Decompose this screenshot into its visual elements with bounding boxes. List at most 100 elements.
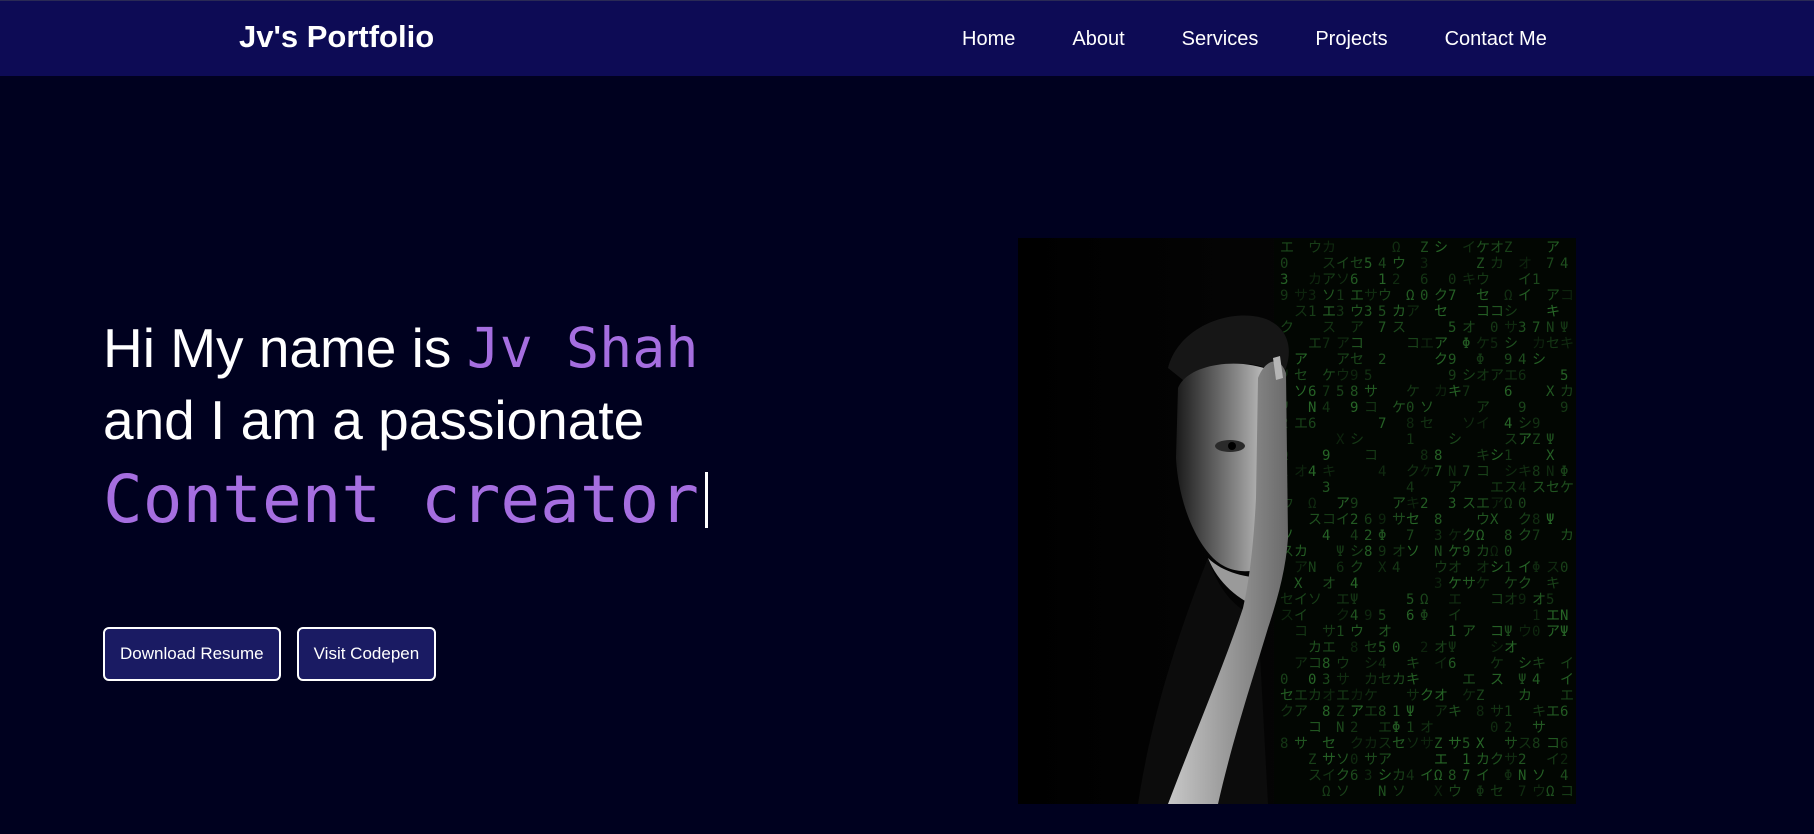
svg-text:ア: ア [1336, 496, 1350, 512]
nav-link-home[interactable]: Home [962, 28, 1015, 51]
svg-text:カ: カ [1308, 688, 1322, 704]
svg-text:5: 5 [1378, 640, 1386, 656]
svg-text:エ: エ [1462, 672, 1476, 688]
svg-text:セ: セ [1364, 640, 1378, 656]
svg-text:ケ: ケ [1448, 576, 1462, 592]
svg-text:キ: キ [1322, 464, 1336, 480]
svg-text:2: 2 [1350, 512, 1358, 528]
svg-text:ウ: ウ [1378, 288, 1392, 304]
person-portrait-matrix-icon: エ039ク0ΨΨ2Ω18ウソスセス0セク8サスアセソエオカアXイイコアエアサウカ… [1018, 238, 1576, 804]
svg-text:オ: オ [1392, 544, 1406, 560]
svg-text:キ: キ [1532, 656, 1546, 672]
svg-text:Ψ: Ψ [1546, 512, 1554, 528]
svg-text:キ: キ [1462, 272, 1476, 288]
svg-text:キ: キ [1560, 336, 1574, 352]
svg-text:ク: ク [1490, 752, 1504, 768]
svg-text:コ: コ [1308, 720, 1322, 736]
svg-text:エ: エ [1560, 688, 1574, 704]
svg-text:9: 9 [1560, 400, 1568, 416]
svg-text:6: 6 [1518, 368, 1526, 384]
visit-codepen-button[interactable]: Visit Codepen [296, 627, 437, 681]
svg-text:サ: サ [1504, 752, 1518, 768]
svg-text:ソ: ソ [1336, 784, 1350, 800]
svg-text:ケ: ケ [1462, 688, 1476, 704]
svg-text:8: 8 [1434, 512, 1442, 528]
svg-text:オ: オ [1518, 256, 1532, 272]
svg-text:3: 3 [1308, 288, 1316, 304]
svg-text:Ω: Ω [1420, 592, 1428, 608]
svg-text:3: 3 [1434, 576, 1442, 592]
svg-text:N: N [1546, 320, 1554, 336]
svg-text:オ: オ [1532, 592, 1546, 608]
svg-text:サ: サ [1504, 736, 1518, 752]
svg-text:X: X [1434, 784, 1443, 800]
svg-text:9: 9 [1518, 400, 1526, 416]
svg-text:エ: エ [1308, 336, 1322, 352]
svg-text:カ: カ [1392, 304, 1406, 320]
svg-text:ク: ク [1518, 512, 1532, 528]
nav-link-services[interactable]: Services [1182, 28, 1259, 51]
nav-link-contact[interactable]: Contact Me [1445, 28, 1547, 51]
svg-text:N: N [1378, 784, 1386, 800]
svg-text:0: 0 [1392, 640, 1400, 656]
svg-text:ウ: ウ [1476, 272, 1490, 288]
svg-text:コ: コ [1322, 512, 1336, 528]
svg-text:キ: キ [1448, 384, 1462, 400]
svg-text:コ: コ [1476, 464, 1490, 480]
greeting-prefix: Hi My name is [103, 317, 467, 379]
svg-text:1: 1 [1532, 608, 1540, 624]
svg-text:Z: Z [1532, 432, 1540, 448]
svg-text:カ: カ [1434, 384, 1448, 400]
svg-text:キ: キ [1532, 704, 1546, 720]
svg-text:1: 1 [1336, 624, 1344, 640]
svg-text:イ: イ [1518, 288, 1532, 304]
svg-text:1: 1 [1392, 704, 1400, 720]
svg-text:イ: イ [1420, 768, 1434, 784]
svg-text:セ: セ [1546, 336, 1560, 352]
svg-text:ケ: ケ [1476, 240, 1490, 256]
svg-text:6: 6 [1420, 272, 1428, 288]
svg-text:7: 7 [1322, 384, 1330, 400]
svg-text:ク: ク [1350, 560, 1364, 576]
svg-text:6: 6 [1308, 416, 1316, 432]
svg-text:9: 9 [1448, 352, 1456, 368]
svg-text:Ψ: Ψ [1406, 704, 1414, 720]
svg-text:ケ: ケ [1448, 544, 1462, 560]
svg-text:ア: ア [1462, 624, 1476, 640]
svg-text:ス: ス [1294, 304, 1308, 320]
svg-text:セ: セ [1322, 736, 1336, 752]
svg-text:サ: サ [1406, 688, 1420, 704]
svg-text:ク: ク [1518, 528, 1532, 544]
svg-text:ウ: ウ [1350, 304, 1364, 320]
svg-text:ク: ク [1462, 528, 1476, 544]
svg-text:1: 1 [1336, 288, 1344, 304]
download-resume-button[interactable]: Download Resume [103, 627, 281, 681]
svg-text:Z: Z [1434, 736, 1442, 752]
svg-text:ケ: ケ [1490, 656, 1504, 672]
svg-text:Ω: Ω [1546, 784, 1554, 800]
svg-text:8: 8 [1378, 704, 1386, 720]
svg-text:N: N [1560, 608, 1568, 624]
svg-text:6: 6 [1560, 736, 1568, 752]
svg-text:サ: サ [1336, 672, 1350, 688]
svg-text:ク: ク [1518, 576, 1532, 592]
svg-text:シ: シ [1434, 240, 1448, 256]
hero-passion-line: and I am a passionate [103, 389, 645, 451]
svg-text:シ: シ [1364, 656, 1378, 672]
brand-title[interactable]: Jv's Portfolio [239, 19, 434, 55]
svg-text:7: 7 [1322, 336, 1330, 352]
svg-text:7: 7 [1406, 528, 1414, 544]
nav-link-projects[interactable]: Projects [1315, 28, 1387, 51]
svg-text:8: 8 [1420, 448, 1428, 464]
svg-text:シ: シ [1504, 464, 1518, 480]
svg-text:エ: エ [1336, 592, 1350, 608]
svg-text:ア: ア [1490, 496, 1504, 512]
svg-text:Ψ: Ψ [1546, 432, 1554, 448]
nav-link-about[interactable]: About [1072, 28, 1124, 51]
hero-actions: Download Resume Visit Codepen [103, 627, 437, 681]
svg-text:ア: ア [1490, 368, 1504, 384]
svg-text:4: 4 [1532, 672, 1540, 688]
svg-text:ソ: ソ [1406, 544, 1420, 560]
svg-text:Ω: Ω [1322, 784, 1330, 800]
hero-greeting-line: Hi My name is Jv Shah [103, 312, 863, 384]
